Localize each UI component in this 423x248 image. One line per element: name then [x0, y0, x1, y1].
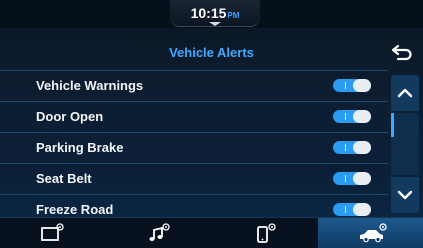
toggle-knob	[353, 79, 371, 92]
phone-settings-icon	[257, 223, 276, 243]
toggle-knob	[353, 110, 371, 123]
back-button[interactable]	[389, 42, 415, 64]
alert-toggle[interactable]	[333, 79, 371, 92]
caret-down-icon	[209, 22, 221, 26]
toggle-on-mark	[345, 113, 346, 120]
nav-vehicle-settings[interactable]	[318, 218, 423, 248]
alert-label: Vehicle Warnings	[36, 78, 144, 93]
nav-audio-settings[interactable]	[106, 218, 212, 248]
header: Vehicle Alerts	[0, 36, 423, 68]
clock-pill[interactable]: 10:15PM	[170, 0, 260, 27]
chevron-down-icon	[397, 190, 413, 200]
back-arrow-icon	[391, 44, 412, 61]
alert-list: Vehicle Warnings Door Open Parking Brake…	[0, 70, 388, 226]
alert-toggle[interactable]	[333, 110, 371, 123]
toggle-on-mark	[345, 206, 346, 213]
alert-toggle[interactable]	[333, 203, 371, 216]
clock-time-value: 10:15	[190, 5, 227, 21]
chevron-up-icon	[397, 88, 413, 98]
alert-label: Door Open	[36, 109, 104, 124]
list-item[interactable]: Vehicle Warnings	[0, 70, 388, 102]
nav-phone-settings[interactable]	[212, 218, 318, 248]
list-item[interactable]: Parking Brake	[0, 133, 388, 164]
alert-toggle[interactable]	[333, 172, 371, 185]
bottom-nav	[0, 217, 423, 248]
scrollbar[interactable]	[391, 75, 419, 213]
toggle-knob	[353, 203, 371, 216]
display-settings-icon	[41, 223, 64, 241]
list-item[interactable]: Seat Belt	[0, 164, 388, 195]
scroll-thumb[interactable]	[391, 113, 394, 137]
scroll-up-button[interactable]	[391, 75, 419, 111]
alert-label: Seat Belt	[36, 171, 92, 186]
vehicle-settings-icon	[360, 223, 387, 243]
scroll-down-button[interactable]	[391, 177, 419, 213]
alert-label: Parking Brake	[36, 140, 124, 155]
clock-time: 10:15PM	[170, 5, 260, 21]
vehicle-alerts-screen: 10:15PM Vehicle Alerts Vehicle Warnings …	[0, 0, 423, 248]
toggle-knob	[353, 141, 371, 154]
nav-display-settings[interactable]	[0, 218, 106, 248]
clock-ampm: PM	[227, 11, 240, 20]
page-title: Vehicle Alerts	[169, 45, 254, 60]
toggle-on-mark	[345, 144, 346, 151]
scroll-track[interactable]	[391, 113, 419, 175]
list-item[interactable]: Door Open	[0, 102, 388, 133]
toggle-knob	[353, 172, 371, 185]
toggle-on-mark	[345, 82, 346, 89]
toggle-on-mark	[345, 175, 346, 182]
alert-toggle[interactable]	[333, 141, 371, 154]
clock-bar: 10:15PM	[0, 0, 423, 28]
audio-settings-icon	[149, 223, 170, 241]
alert-label: Freeze Road	[36, 202, 114, 217]
